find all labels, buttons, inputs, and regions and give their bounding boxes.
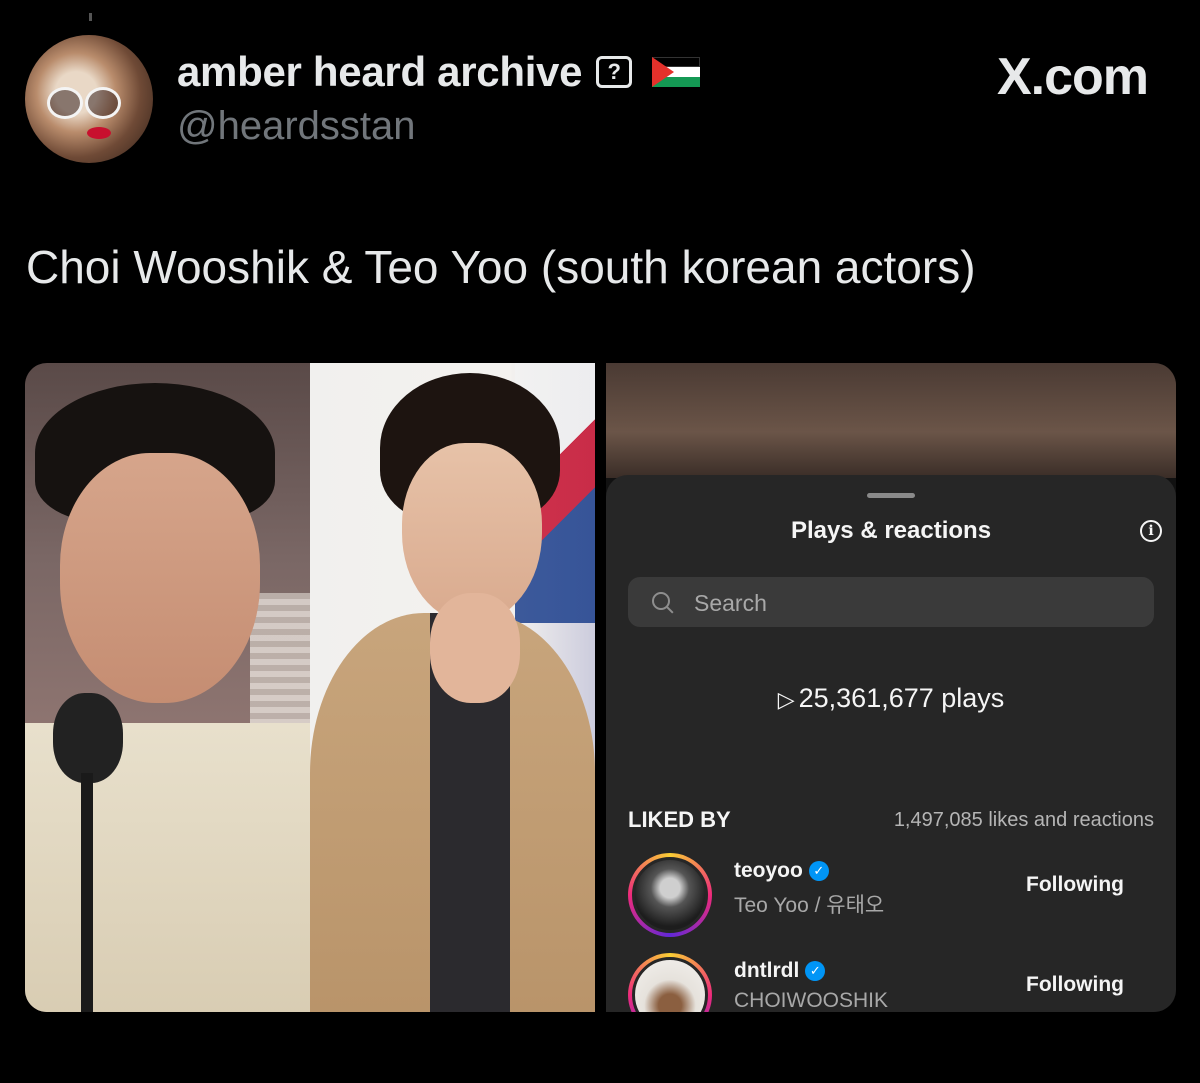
photo-choi-wooshik <box>310 363 595 1012</box>
info-icon[interactable]: i <box>1140 520 1162 542</box>
avatar[interactable] <box>628 953 712 1012</box>
verified-icon: ✓ <box>805 961 826 981</box>
search-icon <box>652 592 670 610</box>
top-mark <box>89 13 92 21</box>
user-fullname: Teo Yoo / 유태오 <box>734 894 885 917</box>
likes-count: 1,497,085 likes and reactions <box>893 809 1154 831</box>
plays-count: ▷ 25,361,677 plays <box>606 683 1176 714</box>
sheet-grabber[interactable] <box>867 493 915 498</box>
list-item[interactable]: teoyoo ✓ Teo Yoo / 유태오 Following <box>628 853 1154 943</box>
verified-icon: ✓ <box>808 861 829 881</box>
search-placeholder: Search <box>694 590 767 616</box>
username-handle[interactable]: @heardsstan <box>177 104 416 149</box>
liked-by-label: LIKED BY <box>628 807 731 832</box>
user-handle[interactable]: dntlrdl ✓ <box>734 959 826 983</box>
following-button[interactable]: Following <box>1026 873 1124 897</box>
plays-text: 25,361,677 plays <box>798 683 1005 713</box>
question-badge-icon: ? <box>596 56 633 88</box>
plays-reactions-sheet: Plays & reactions i Search ▷ 25,361,677 p… <box>606 475 1176 1012</box>
user-handle-text: teoyoo <box>734 859 803 882</box>
sheet-title: Plays & reactions <box>790 517 992 544</box>
x-logo: X.com <box>996 48 1149 106</box>
profile-avatar[interactable] <box>25 35 153 163</box>
author-name-row: amber heard archive ? <box>177 48 701 96</box>
list-item[interactable]: dntlrdl ✓ CHOIWOOSHIK Following <box>628 953 1154 1012</box>
sunglasses-lens <box>47 87 83 119</box>
search-input[interactable]: Search <box>628 577 1154 627</box>
lips <box>87 127 111 139</box>
avatar[interactable] <box>628 853 712 937</box>
palestine-flag-icon <box>652 57 701 87</box>
tweet-text: Choi Wooshik & Teo Yoo (south korean act… <box>26 241 976 293</box>
sunglasses-lens <box>85 87 121 119</box>
tweet-media[interactable]: Plays & reactions i Search ▷ 25,361,677 p… <box>25 363 1176 1012</box>
user-fullname: CHOIWOOSHIK <box>734 989 889 1012</box>
instagram-screenshot: Plays & reactions i Search ▷ 25,361,677 p… <box>606 363 1176 1012</box>
background-photo <box>606 363 1176 478</box>
user-handle[interactable]: teoyoo ✓ <box>734 859 829 883</box>
display-name[interactable]: amber heard archive <box>177 48 582 96</box>
following-button[interactable]: Following <box>1026 973 1124 997</box>
microphone <box>53 693 123 783</box>
play-icon: ▷ <box>777 687 795 712</box>
user-handle-text: dntlrdl <box>734 959 800 982</box>
photo-teo-yoo <box>25 363 310 1012</box>
